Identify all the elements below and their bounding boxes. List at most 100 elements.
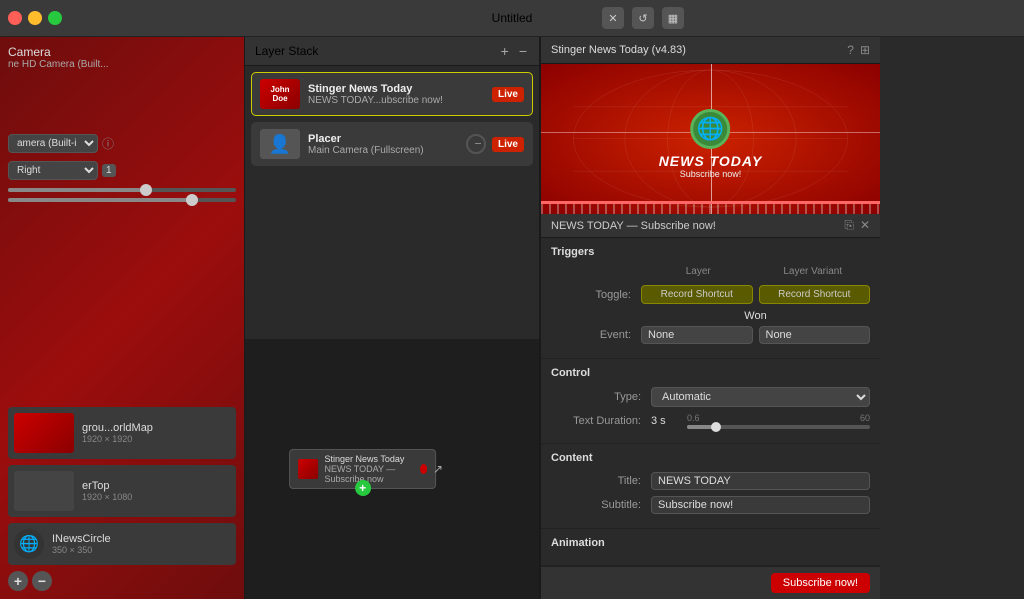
title-input[interactable] [651, 472, 870, 490]
add-stack-button[interactable]: + [499, 43, 511, 59]
layer-thumb-worldmap[interactable]: grou...orldMap 1920 × 1920 [8, 407, 236, 459]
layer-sub-placer: Main Camera (Fullscreen) [308, 145, 466, 156]
copy-icon[interactable]: ⎘ [844, 218, 854, 233]
direction-select[interactable]: Right [8, 161, 98, 180]
layer-info-stinger: Stinger News Today NEWS TODAY...ubscribe… [308, 83, 492, 106]
person-icon: 👤 [269, 134, 291, 155]
left-panel: Camera ne HD Camera (Built... amera (Bui… [0, 37, 245, 599]
duration-row: Text Duration: 3 s 0.6 60 [551, 413, 870, 429]
expand-icon[interactable]: ⊞ [860, 43, 870, 57]
duration-slider: 0.6 60 [687, 413, 870, 429]
layer-name-placer: Placer [308, 133, 466, 145]
node-sub: NEWS TODAY — Subscribe now [324, 464, 414, 484]
camera-select[interactable]: amera (Built-in) © [8, 134, 98, 153]
plus-connector[interactable]: + [355, 480, 371, 496]
window-controls [8, 11, 62, 25]
question-icon[interactable]: ? [847, 43, 854, 57]
event-variant-select[interactable]: None [759, 326, 871, 344]
title-row: Title: [551, 472, 870, 490]
info-icons: ⎘ ✕ [844, 218, 870, 233]
col-layer-header: Layer [641, 266, 756, 277]
live-badge-stinger: Live [492, 87, 524, 102]
preview-logo: 🌐 NEWS TODAY Subscribe now! [659, 109, 763, 179]
close-button[interactable] [8, 11, 22, 25]
thumb-label-top: erTop [82, 480, 132, 492]
title-bar: ✕ ↺ ▦ Untitled [0, 0, 1024, 37]
value-badge: 1 [102, 164, 116, 177]
layer-info-placer: Placer Main Camera (Fullscreen) [308, 133, 466, 156]
camera-sublabel: ne HD Camera (Built... [8, 59, 236, 70]
toggle-variant-btn[interactable]: Record Shortcut [759, 285, 871, 304]
slider-min-label: 0.6 [687, 413, 700, 423]
triggers-section: Triggers Layer Layer Variant Toggle: Rec… [541, 238, 880, 359]
slider-fill [8, 188, 145, 192]
preview-globe: 🌐 [690, 109, 730, 149]
event-label: Event: [551, 329, 641, 341]
bottom-bar: Subscribe now! [541, 566, 880, 599]
slider-track[interactable] [8, 188, 236, 192]
content-title: Content [551, 452, 870, 464]
type-select[interactable]: Automatic [651, 387, 870, 407]
layer-item-stinger[interactable]: John Doe Stinger News Today NEWS TODAY..… [251, 72, 533, 116]
toggle-row: Toggle: Record Shortcut Record Shortcut [551, 285, 870, 304]
preview-bars [541, 204, 880, 214]
event-value: None None [641, 326, 870, 344]
camera-label: Camera [8, 45, 236, 59]
layer-controls-placer: Live [466, 134, 524, 154]
layer-controls-stinger: Live [492, 87, 524, 102]
info-icon: ⓘ [102, 135, 114, 152]
layer-thumb-placer: 👤 [260, 129, 300, 159]
direction-select-row: Right 1 [8, 161, 236, 180]
slider-thumb-2 [186, 194, 198, 206]
subtitle-label: Subtitle: [551, 499, 651, 511]
animation-title: Animation [551, 537, 870, 549]
maximize-button[interactable] [48, 11, 62, 25]
remove-layer-button[interactable]: − [32, 571, 52, 591]
preview-title: NEWS TODAY [659, 153, 763, 169]
camera-select-row: amera (Built-in) © ⓘ [8, 134, 236, 153]
minimize-button[interactable] [28, 11, 42, 25]
event-layer-select[interactable]: None [641, 326, 753, 344]
remove-stack-button[interactable]: − [517, 43, 529, 59]
layer-stack-title: Layer Stack [255, 44, 318, 58]
x-icon[interactable]: ✕ [860, 218, 870, 233]
grid-icon[interactable]: ▦ [662, 7, 684, 29]
live-badge-placer: Live [492, 137, 524, 152]
layer-stack-header: Layer Stack + − [245, 37, 539, 66]
left-panel-camera-header: Camera ne HD Camera (Built... [8, 45, 236, 70]
layer-name-stinger: Stinger News Today [308, 83, 492, 95]
layer-thumb-stinger: John Doe [260, 79, 300, 109]
canvas-area: Stinger News Today NEWS TODAY — Subscrib… [245, 339, 539, 599]
right-panel-title: Stinger News Today (v4.83) [551, 44, 686, 56]
thumb-label-circle: INewsCircle [52, 533, 111, 545]
refresh-icon[interactable]: ↺ [632, 7, 654, 29]
cursor-indicator: ↗ [433, 462, 443, 476]
title-value [651, 472, 870, 490]
animation-section: Animation [541, 529, 880, 566]
layer-thumb-top[interactable]: erTop 1920 × 1080 [8, 465, 236, 517]
slider-fill-2 [8, 198, 190, 202]
right-panel-icons: ? ⊞ [847, 43, 870, 57]
info-bar: NEWS TODAY — Subscribe now! ⎘ ✕ [541, 214, 880, 238]
type-label: Type: [551, 391, 651, 403]
slider-max-label: 60 [860, 413, 870, 423]
subscribe-button[interactable]: Subscribe now! [771, 573, 870, 593]
slider-thumb [140, 184, 152, 196]
subtitle-input[interactable] [651, 496, 870, 514]
layer-sub-stinger: NEWS TODAY...ubscribe now! [308, 95, 492, 106]
slider-track-2[interactable] [8, 198, 236, 202]
add-layer-button[interactable]: + [8, 571, 28, 591]
toggle-layer-btn[interactable]: Record Shortcut [641, 285, 753, 304]
control-section: Control Type: Automatic Text Duration: 3… [541, 359, 880, 444]
node-text: Stinger News Today NEWS TODAY — Subscrib… [324, 454, 414, 484]
subtitle-value [651, 496, 870, 514]
col-variant-header: Layer Variant [756, 266, 871, 277]
layer-item-placer[interactable]: 👤 Placer Main Camera (Fullscreen) Live [251, 122, 533, 166]
subtitle-row: Subtitle: [551, 496, 870, 514]
canvas-node-stinger[interactable]: Stinger News Today NEWS TODAY — Subscrib… [289, 449, 436, 489]
event-row: Event: None None [551, 326, 870, 344]
dur-thumb [711, 422, 721, 432]
close-icon[interactable]: ✕ [602, 7, 624, 29]
layer-thumb-circle[interactable]: 🌐 INewsCircle 350 × 350 [8, 523, 236, 565]
dur-track[interactable] [687, 425, 870, 429]
